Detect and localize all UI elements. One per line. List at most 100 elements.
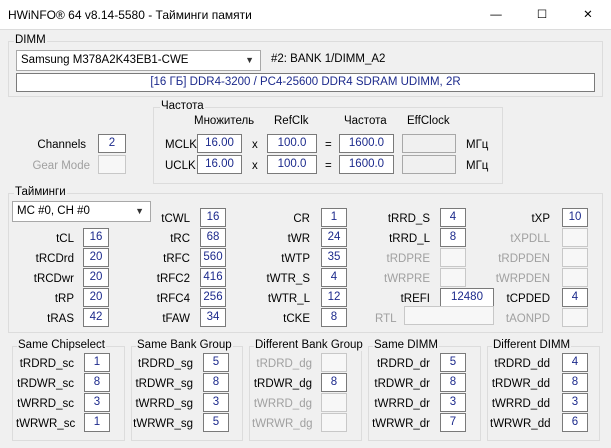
tWRRD_dr-label: tWRRD_dr — [374, 398, 430, 410]
tCPDED-value: 4 — [562, 288, 588, 307]
tWRPRE-value — [440, 268, 466, 287]
dimm-summary: [16 ГБ] DDR4-3200 / PC4-25600 DDR4 SDRAM… — [16, 73, 595, 92]
tCWL-label: tCWL — [161, 213, 190, 225]
tRDWR_dr-value: 8 — [440, 373, 466, 392]
tREFI-label: tREFI — [400, 293, 430, 305]
same-chipselect-title: Same Chipselect — [17, 339, 106, 351]
tRDPRE-label: tRDPRE — [386, 253, 430, 265]
module-select-value: Samsung M378A2K43EB1-CWE — [21, 54, 189, 66]
tRDRD_sg-value: 5 — [203, 353, 229, 372]
tRRD_L-value: 8 — [440, 228, 466, 247]
tRFC4-label: tRFC4 — [156, 293, 190, 305]
tWTR_S-value: 4 — [321, 268, 347, 287]
mclk-unit: МГц — [466, 139, 489, 151]
tRDWR_sc-label: tRDWR_sc — [17, 378, 74, 390]
tRDPRE-value — [440, 248, 466, 267]
tWRWR_sg-label: tWRWR_sg — [133, 418, 193, 430]
channels-label: Channels — [37, 139, 86, 151]
RTL-value — [404, 306, 494, 325]
gear-mode-label: Gear Mode — [32, 160, 90, 172]
tRDPDEN-value — [562, 248, 588, 267]
tWRRD_dg-value — [321, 393, 347, 412]
tWRRD_dr-value: 3 — [440, 393, 466, 412]
frequency-group-label: Частота — [160, 100, 205, 112]
tCL-value: 16 — [83, 228, 109, 247]
tCPDED-label: tCPDED — [506, 293, 550, 305]
tWR-value: 24 — [321, 228, 347, 247]
tRDWR_dd-label: tRDWR_dd — [491, 378, 550, 390]
tWR-label: tWR — [287, 233, 310, 245]
tRCDwr-value: 20 — [83, 268, 109, 287]
tWRRD_sc-value: 3 — [84, 393, 110, 412]
tRP-value: 20 — [83, 288, 109, 307]
tRDPDEN-label: tRDPDEN — [498, 253, 550, 265]
same-dimm-title: Same DIMM — [373, 339, 439, 351]
tRCDrd-value: 20 — [83, 248, 109, 267]
uclk-multiplier: 16.00 — [197, 155, 242, 174]
tWRWR_sc-value: 1 — [84, 413, 110, 432]
different-dimm-title: Different DIMM — [492, 339, 572, 351]
tRFC-label: tRFC — [163, 253, 190, 265]
tCWL-value: 16 — [200, 208, 226, 227]
tWRWR_dd-label: tWRWR_dd — [490, 418, 551, 430]
tWRWR_dr-value: 7 — [440, 413, 466, 432]
tWRWR_dr-label: tWRWR_dr — [372, 418, 430, 430]
tRC-value: 68 — [200, 228, 226, 247]
tREFI-value: 12480 — [440, 288, 494, 307]
tWRWR_sc-label: tWRWR_sc — [16, 418, 76, 430]
tCKE-value: 8 — [321, 308, 347, 327]
tRDRD_sg-label: tRDRD_sg — [138, 358, 193, 370]
tRDWR_dr-label: tRDWR_dr — [374, 378, 430, 390]
col-refclk: RefClk — [274, 115, 309, 127]
channel-select-value: MC #0, CH #0 — [17, 205, 90, 217]
tRRD_S-label: tRRD_S — [387, 213, 430, 225]
tRDRD_dg-value — [321, 353, 347, 372]
module-select[interactable]: Samsung M378A2K43EB1-CWE ▼ — [16, 50, 261, 71]
timings-group-label: Тайминги — [14, 186, 67, 198]
maximize-icon[interactable]: ☐ — [519, 0, 565, 30]
mclk-refclk: 100.0 — [267, 134, 317, 153]
uclk-times: x — [252, 160, 258, 172]
RTL-label: RTL — [375, 313, 397, 325]
tRDWR_dg-label: tRDWR_dg — [253, 378, 312, 390]
tRDRD_dg-label: tRDRD_dg — [256, 358, 312, 370]
tAONPD-value — [562, 308, 588, 327]
tXPDLL-label: tXPDLL — [510, 233, 550, 245]
uclk-refclk: 100.0 — [267, 155, 317, 174]
tWRPRE-label: tWRPRE — [384, 273, 430, 285]
mclk-frequency: 1600.0 — [339, 134, 394, 153]
tRFC-value: 560 — [200, 248, 226, 267]
dimm-slot: #2: BANK 1/DIMM_A2 — [271, 53, 386, 65]
tRRD_L-label: tRRD_L — [389, 233, 430, 245]
col-freq: Частота — [344, 115, 387, 127]
close-icon[interactable]: ✕ — [565, 0, 611, 30]
tRCDrd-label: tRCDrd — [35, 253, 74, 265]
minimize-icon[interactable]: — — [473, 0, 519, 30]
tRDWR_sg-label: tRDWR_sg — [135, 378, 193, 390]
tRFC2-value: 416 — [200, 268, 226, 287]
tXP-label: tXP — [531, 213, 550, 225]
different-bank-group-title: Different Bank Group — [254, 339, 364, 351]
mclk-equals: = — [325, 139, 332, 151]
tWTP-value: 35 — [321, 248, 347, 267]
tWTP-label: tWTP — [281, 253, 310, 265]
col-effclock: EffClock — [407, 115, 450, 127]
CR-value: 1 — [321, 208, 347, 227]
tRDRD_dr-label: tRDRD_dr — [376, 358, 430, 370]
tRAS-value: 42 — [83, 308, 109, 327]
uclk-effclock — [402, 155, 456, 174]
uclk-frequency: 1600.0 — [339, 155, 394, 174]
tXP-value: 10 — [562, 208, 588, 227]
tRDRD_sc-value: 1 — [84, 353, 110, 372]
uclk-unit: МГц — [466, 160, 489, 172]
dimm-group-label: DIMM — [14, 34, 47, 46]
mclk-label: MCLK — [165, 139, 197, 151]
col-multiplier: Множитель — [194, 115, 255, 127]
gear-mode-value — [98, 155, 126, 174]
tWRPDEN-label: tWRPDEN — [495, 273, 550, 285]
tWRWR_sg-value: 5 — [203, 413, 229, 432]
same-bank-group-title: Same Bank Group — [136, 339, 233, 351]
tCL-label: tCL — [56, 233, 74, 245]
tRC-label: tRC — [170, 233, 190, 245]
uclk-equals: = — [325, 160, 332, 172]
